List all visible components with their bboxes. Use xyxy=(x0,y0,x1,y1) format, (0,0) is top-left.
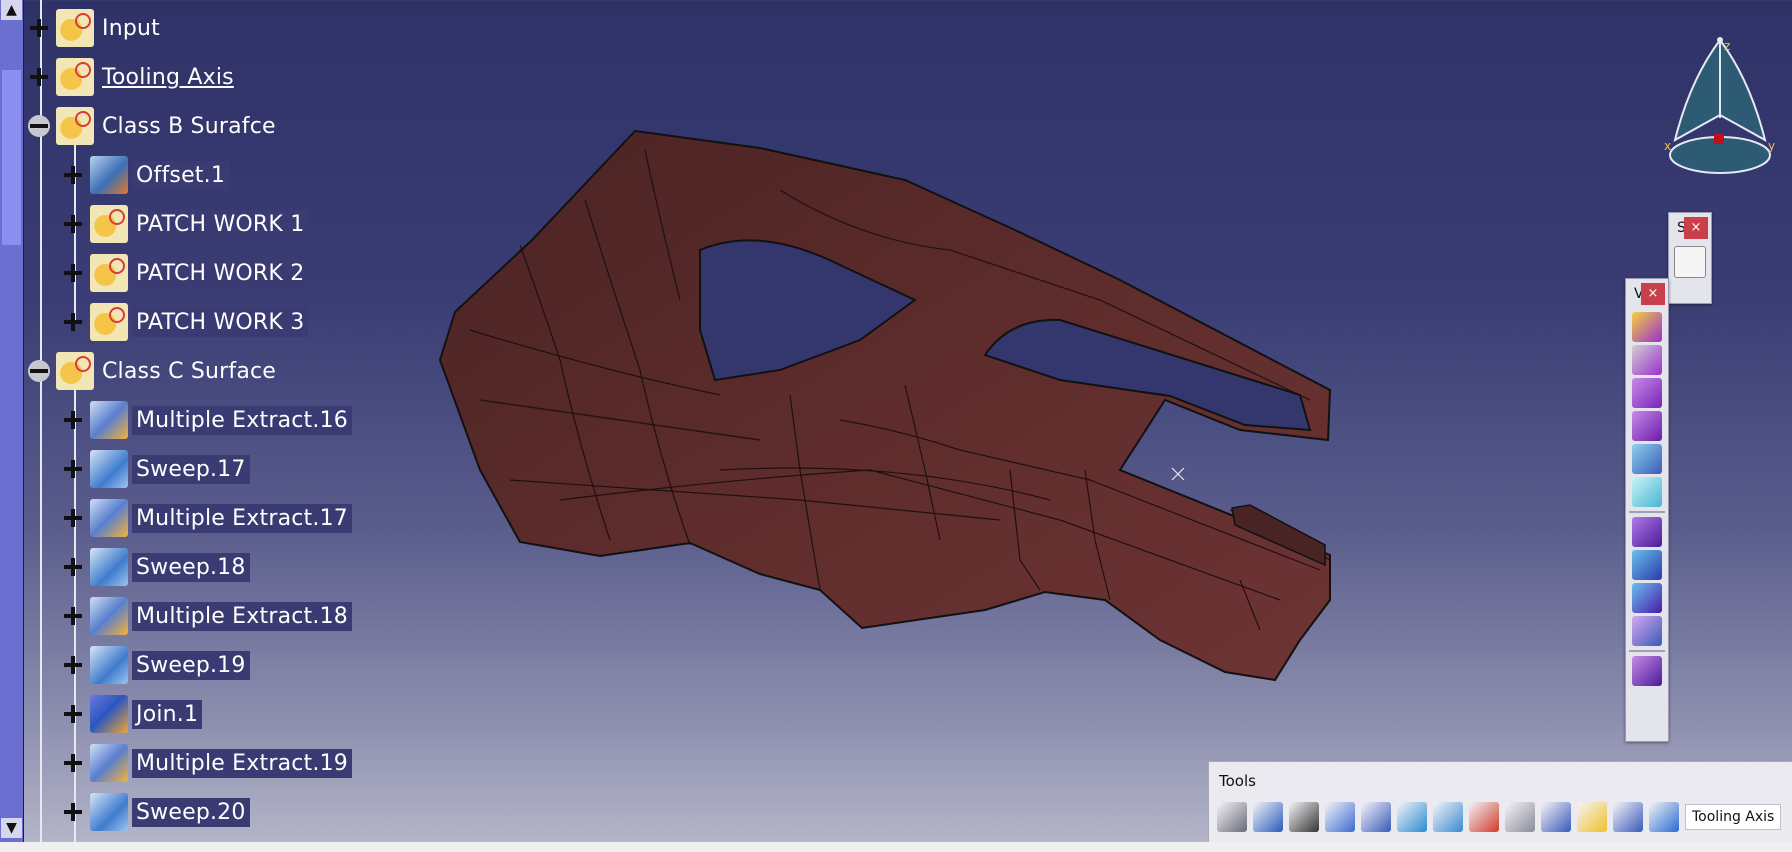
tree-icon[interactable] xyxy=(1325,802,1355,832)
compass-z-label: z xyxy=(1724,39,1730,53)
cylinder-icon[interactable] xyxy=(1632,411,1662,441)
tools-toolbar: Tools Tooling Axis xyxy=(1208,761,1792,845)
boolean-icon[interactable] xyxy=(1632,656,1662,686)
part-3d-model[interactable] xyxy=(0,0,1792,852)
update-icon[interactable] xyxy=(1217,802,1247,832)
close-button[interactable]: × xyxy=(1684,217,1708,239)
grid-icon[interactable] xyxy=(1361,802,1391,832)
extrude-icon[interactable] xyxy=(1632,312,1662,342)
tools-icon-row: Tooling Axis xyxy=(1217,802,1782,832)
layer-icon[interactable] xyxy=(1649,802,1679,832)
list-icon[interactable] xyxy=(1613,802,1643,832)
compass-x-label: x xyxy=(1664,139,1671,153)
axis-system-icon[interactable] xyxy=(1289,802,1319,832)
status-bar xyxy=(0,842,1792,852)
compass-widget[interactable]: z x y xyxy=(1660,30,1780,180)
wire-icon[interactable] xyxy=(1505,802,1535,832)
compass-y-label: y xyxy=(1768,139,1775,153)
box-icon[interactable] xyxy=(1433,802,1463,832)
hand-icon[interactable] xyxy=(1253,802,1283,832)
close-button[interactable]: × xyxy=(1641,283,1665,305)
cut-icon[interactable] xyxy=(1469,802,1499,832)
fill-icon[interactable] xyxy=(1632,477,1662,507)
hierarchy-icon[interactable] xyxy=(1541,802,1571,832)
thick-surface-icon[interactable] xyxy=(1632,550,1662,580)
view-toolbar: V × xyxy=(1625,278,1669,742)
view-cube-icon[interactable] xyxy=(1397,802,1427,832)
sew-surface-icon[interactable] xyxy=(1632,616,1662,646)
filter-icon[interactable] xyxy=(1577,802,1607,832)
current-geometrical-set-field[interactable]: Tooling Axis xyxy=(1685,804,1782,830)
sketcher-toolbar: S × xyxy=(1668,212,1712,304)
close-surface-icon[interactable] xyxy=(1632,583,1662,613)
tools-toolbar-title: Tools xyxy=(1219,772,1256,790)
sketch-icon[interactable] xyxy=(1674,246,1706,278)
offset-surface-icon[interactable] xyxy=(1632,444,1662,474)
solid-icon[interactable] xyxy=(1632,517,1662,547)
sphere-icon[interactable] xyxy=(1632,378,1662,408)
revolve-icon[interactable] xyxy=(1632,345,1662,375)
